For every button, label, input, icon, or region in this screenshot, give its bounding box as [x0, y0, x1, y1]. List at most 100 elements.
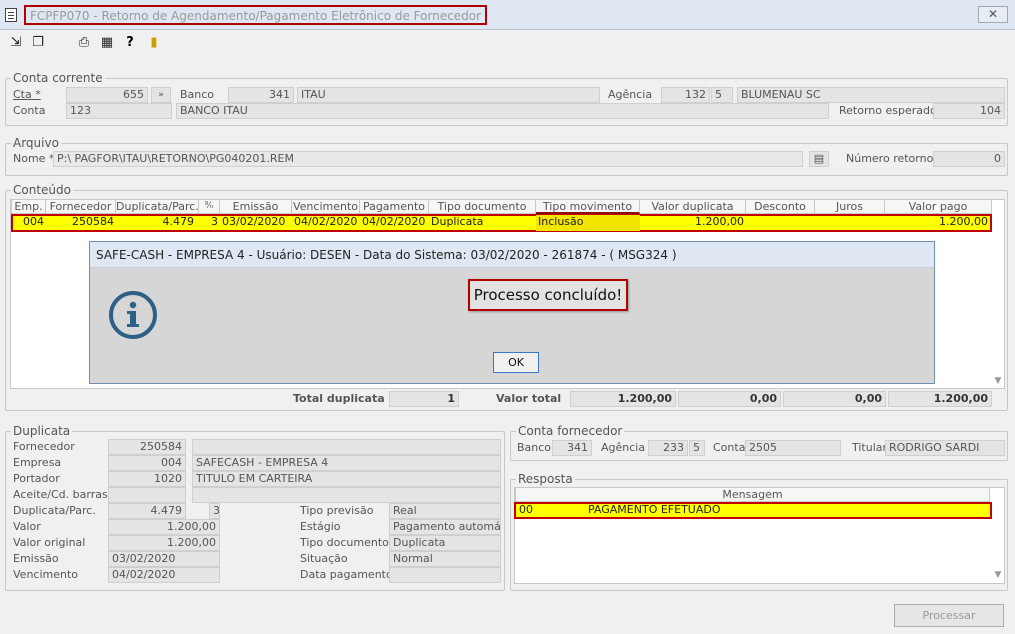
dup-valor-label: Valor	[13, 520, 41, 533]
conta-bank-field: BANCO ITAU	[176, 103, 829, 119]
resposta-scroll-down-icon[interactable]: ▼	[992, 570, 1004, 582]
conta-label: Conta	[13, 104, 46, 117]
nome-label: Nome *	[13, 152, 55, 165]
cell-duplicata: 4.479	[162, 215, 195, 228]
tipo-previsao-field: Real	[389, 503, 501, 519]
agencia-city-field: BLUMENAU SC	[737, 87, 1005, 103]
toolbar: ⇲ ❐ ⎙ ▦ ? ▮	[0, 31, 1015, 55]
estagio-label: Estágio	[300, 520, 341, 533]
scroll-down-icon[interactable]: ▼	[992, 376, 1004, 388]
col-tipo-movimento[interactable]: Tipo movimento	[536, 199, 640, 214]
duplicata-title: Duplicata	[11, 424, 73, 438]
col-emissao[interactable]: Emissão	[220, 199, 292, 214]
dup-fornecedor-label: Fornecedor	[13, 440, 75, 453]
numero-retorno-label: Número retorno	[846, 152, 934, 165]
arrow-in-icon[interactable]: ⇲	[8, 35, 24, 51]
retorno-esperado-label: Retorno esperado	[839, 104, 937, 117]
cell-vencimento: 04/02/2020	[294, 215, 358, 228]
cell-emp: 004	[23, 215, 44, 228]
dialog-title: SAFE-CASH - EMPRESA 4 - Usuário: DESEN -…	[90, 242, 934, 268]
dup-emissao-label: Emissão	[13, 552, 59, 565]
col-juros[interactable]: Juros	[815, 199, 885, 214]
windows-icon[interactable]: ❐	[30, 35, 46, 51]
cell-fornecedor: 250584	[72, 215, 114, 228]
printer-icon[interactable]: ⎙	[76, 35, 92, 51]
window-title: FCPFP070 - Retorno de Agendamento/Pagame…	[24, 5, 488, 25]
col-duplicata[interactable]: Duplicata/Parc.	[116, 199, 199, 214]
cf-conta-label: Conta	[713, 441, 746, 454]
col-fornecedor[interactable]: Fornecedor	[46, 199, 116, 214]
calendar-grid-icon[interactable]: ▦	[99, 35, 115, 51]
cta-label: Cta *	[13, 88, 41, 101]
retorno-esperado-field: 104	[933, 103, 1005, 119]
dup-vencimento-field: 04/02/2020	[108, 567, 220, 583]
dup-fornecedor-field: 250584	[108, 439, 186, 455]
dup-parc-field: 3	[209, 503, 220, 519]
total-duplicata-field: 1	[389, 391, 459, 407]
dup-portador-code-field: 1020	[108, 471, 186, 487]
juros-total-field: 0,00	[783, 391, 886, 407]
search-icon[interactable]: »	[151, 87, 171, 103]
tipo-documento-label: Tipo documento	[300, 536, 389, 549]
dup-emissao-field: 03/02/2020	[108, 551, 220, 567]
conta-fornecedor-title: Conta fornecedor	[516, 424, 625, 438]
document-icon	[5, 8, 17, 22]
conta-num-field[interactable]: 123	[66, 103, 172, 119]
cf-banco-field: 341	[552, 440, 592, 456]
total-duplicata-label: Total duplicata	[293, 392, 385, 405]
help-icon[interactable]: ?	[122, 35, 138, 51]
info-icon	[108, 290, 158, 340]
col-tipo-documento[interactable]: Tipo documento	[429, 199, 536, 214]
tipo-previsao-label: Tipo previsão	[300, 504, 374, 517]
nome-field[interactable]: P:\ PAGFOR\ITAU\RETORNO\PG040201.REM	[53, 151, 803, 167]
cell-juros	[815, 215, 885, 231]
valor-total-label: Valor total	[496, 392, 562, 405]
col-parc[interactable]: ⁹⁄ₙ	[199, 199, 220, 214]
col-emp[interactable]: Emp.	[11, 199, 46, 214]
col-mensagem[interactable]: Mensagem	[515, 487, 990, 502]
cell-parc: 3	[211, 215, 218, 228]
estagio-field: Pagamento automático	[389, 519, 501, 535]
ok-button[interactable]: OK	[493, 352, 539, 373]
cf-conta-field: 2505	[745, 440, 841, 456]
dup-portador-name-field: TITULO EM CARTEIRA	[192, 471, 501, 487]
dup-empresa-label: Empresa	[13, 456, 62, 469]
agencia-num-field[interactable]: 132	[661, 87, 710, 103]
pago-total-field: 1.200,00	[888, 391, 992, 407]
col-vencimento[interactable]: Vencimento	[292, 199, 360, 214]
col-desconto[interactable]: Desconto	[746, 199, 815, 214]
agencia-label: Agência	[608, 88, 653, 101]
dup-empresa-code-field: 004	[108, 455, 186, 471]
cell-tipo-documento: Duplicata	[431, 215, 484, 228]
situacao-field: Normal	[389, 551, 501, 567]
arquivo-title: Arquivo	[11, 136, 61, 150]
resposta-code: 00	[519, 503, 533, 516]
dup-vencimento-label: Vencimento	[13, 568, 79, 581]
tipo-documento-field: Duplicata	[389, 535, 501, 551]
dup-empresa-name-field: SAFECASH - EMPRESA 4	[192, 455, 501, 471]
col-valor-duplicata[interactable]: Valor duplicata	[640, 199, 746, 214]
cf-agencia-dv-field: 5	[689, 440, 705, 456]
data-pagamento-label: Data pagamento	[300, 568, 393, 581]
banco-code-field[interactable]: 341	[228, 87, 294, 103]
dup-aceite-label: Aceite/Cd. barras	[13, 488, 108, 501]
agencia-dv-field: 5	[711, 87, 733, 103]
dup-fornecedor-name-field	[192, 439, 501, 455]
dup-valor-original-label: Valor original	[13, 536, 86, 549]
dup-aceite-field	[108, 487, 186, 503]
col-valor-pago[interactable]: Valor pago	[885, 199, 992, 214]
close-button[interactable]: ✕	[978, 6, 1008, 23]
col-pagamento[interactable]: Pagamento	[360, 199, 429, 214]
cell-emissao: 03/02/2020	[222, 215, 286, 228]
processar-button[interactable]: Processar	[894, 604, 1004, 627]
cf-agencia-field: 233	[648, 440, 688, 456]
folder-icon[interactable]: ▤	[809, 151, 829, 167]
cta-field[interactable]: 655	[66, 87, 148, 103]
dup-portador-label: Portador	[13, 472, 60, 485]
situacao-label: Situação	[300, 552, 348, 565]
resposta-title: Resposta	[516, 472, 575, 486]
dup-valor-field: 1.200,00	[108, 519, 220, 535]
valor-total-field: 1.200,00	[570, 391, 676, 407]
exit-door-icon[interactable]: ▮	[146, 35, 162, 51]
cell-valor-duplicata: 1.200,00	[695, 215, 744, 228]
